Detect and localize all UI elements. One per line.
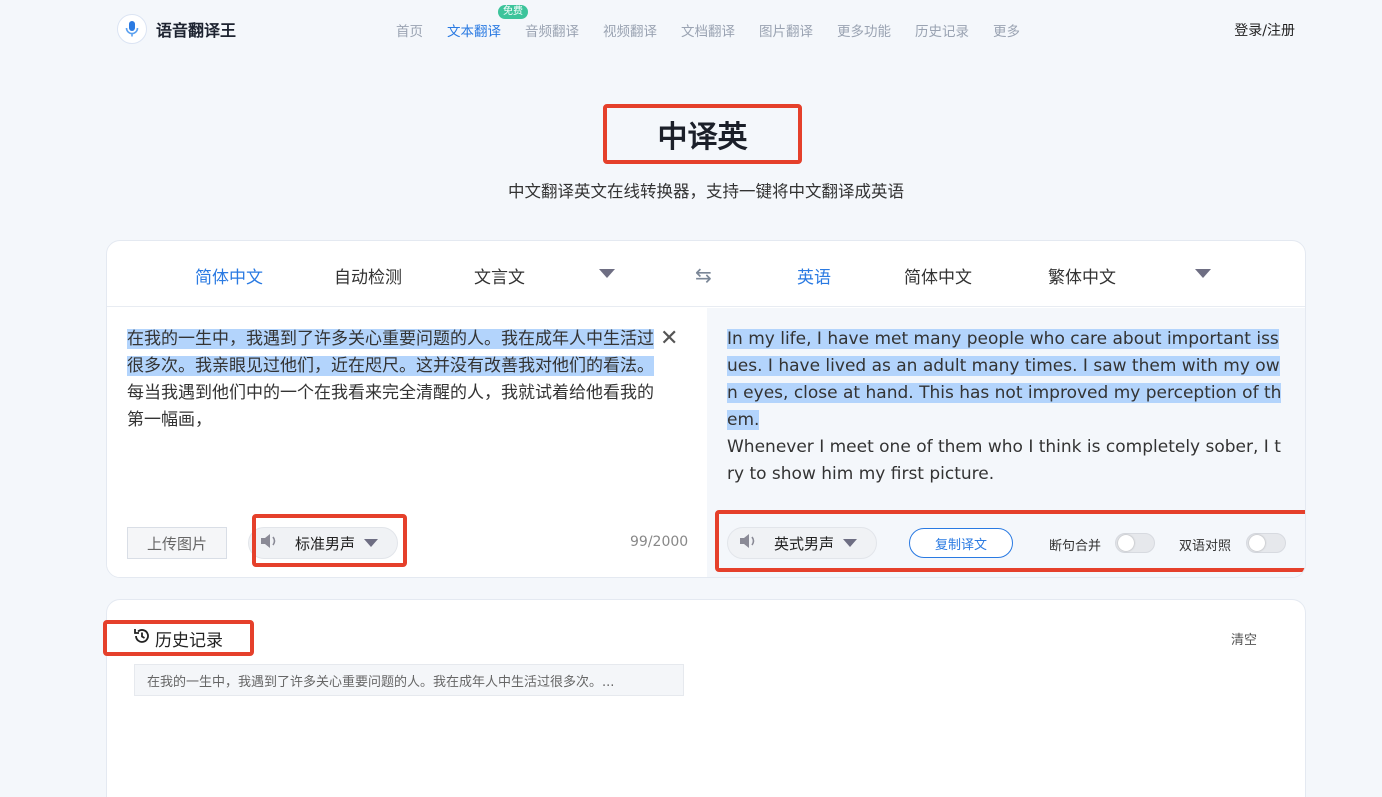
bilingual-compare-label: 双语对照 [1179, 539, 1232, 554]
target-text-output[interactable]: In my life, I have met many people who c… [727, 326, 1287, 488]
bilingual-compare-toggle[interactable] [1246, 533, 1286, 553]
chevron-down-icon [843, 539, 858, 547]
page-subtitle: 中文翻译英文在线转换器，支持一键将中文翻译成英语 [508, 182, 904, 201]
toggle-knob [1249, 535, 1265, 551]
target-voice-select[interactable]: 英式男声 [727, 527, 877, 559]
history-card: 历史记录 清空 在我的一生中，我遇到了许多关心重要问题的人。我在成年人中生活过很… [103, 599, 1306, 797]
nav-more-features[interactable]: 更多功能 [837, 20, 891, 40]
logo[interactable]: 语音翻译王 [117, 14, 236, 44]
nav-audio-translate[interactable]: 音频翻译 [525, 20, 579, 40]
nav-video-translate[interactable]: 视频翻译 [603, 20, 657, 40]
target-lang-dropdown-icon[interactable] [1195, 269, 1211, 278]
nav-more[interactable]: 更多 [993, 20, 1020, 40]
nav-text-translate[interactable]: 文本翻译 免费 [447, 5, 528, 40]
logo-text: 语音翻译王 [156, 21, 237, 40]
source-lang-simplified-chinese[interactable]: 简体中文 [195, 263, 263, 288]
source-lang-classical-chinese[interactable]: 文言文 [474, 263, 525, 288]
nav-image-translate[interactable]: 图片翻译 [759, 20, 813, 40]
clear-text-icon[interactable]: ✕ [660, 328, 678, 350]
page-title: 中译英 [657, 120, 748, 155]
upload-image-button[interactable]: 上传图片 [127, 527, 227, 559]
swap-languages-icon[interactable]: ⇆ [695, 263, 712, 287]
merge-sentences-toggle[interactable] [1115, 533, 1155, 553]
copy-translation-button[interactable]: 复制译文 [909, 528, 1013, 558]
target-lang-traditional-chinese[interactable]: 繁体中文 [1048, 263, 1116, 288]
history-icon [133, 627, 151, 650]
history-title: 历史记录 [155, 630, 223, 651]
microphone-icon [117, 14, 147, 44]
page-title-box: 中译英 [603, 104, 802, 164]
source-text-input[interactable]: 在我的一生中，我遇到了许多关心重要问题的人。我在成年人中生活过很多次。我亲眼见过… [127, 326, 657, 434]
top-nav: 首页 文本翻译 免费 音频翻译 视频翻译 文档翻译 图片翻译 更多功能 历史记录… [396, 5, 1044, 40]
source-text-selected: 在我的一生中，我遇到了许多关心重要问题的人。我在成年人中生活过很多次。我亲眼见过… [127, 329, 654, 376]
nav-home[interactable]: 首页 [396, 20, 423, 40]
target-lang-english[interactable]: 英语 [797, 263, 831, 288]
target-voice-label: 英式男声 [774, 534, 835, 553]
target-lang-simplified-chinese[interactable]: 简体中文 [904, 263, 972, 288]
toggle-knob [1118, 535, 1134, 551]
translate-card: 简体中文 自动检测 文言文 ⇆ 英语 简体中文 繁体中文 在我的一生中，我遇到了… [106, 240, 1306, 578]
char-counter: 99/2000 [630, 534, 689, 550]
nav-history[interactable]: 历史记录 [915, 20, 969, 40]
history-item[interactable]: 在我的一生中，我遇到了许多关心重要问题的人。我在成年人中生活过很多次。... [134, 664, 684, 696]
free-badge: 免费 [498, 5, 528, 19]
history-header: 历史记录 [103, 620, 254, 656]
login-register-link[interactable]: 登录/注册 [1234, 20, 1295, 40]
language-bar: 简体中文 自动检测 文言文 ⇆ 英语 简体中文 繁体中文 [107, 241, 1305, 307]
target-text-rest: Whenever I meet one of them who I think … [727, 437, 1281, 484]
source-lang-dropdown-icon[interactable] [599, 269, 615, 278]
annotation-box-source-voice [252, 514, 407, 567]
nav-text-translate-label: 文本翻译 [447, 24, 501, 40]
source-pane: 在我的一生中，我遇到了许多关心重要问题的人。我在成年人中生活过很多次。我亲眼见过… [107, 308, 707, 577]
speaker-icon[interactable] [738, 532, 762, 555]
source-lang-auto-detect[interactable]: 自动检测 [334, 263, 402, 288]
clear-history-button[interactable]: 清空 [1231, 629, 1257, 648]
source-text-rest: 每当我遇到他们中的一个在我看来完全清醒的人，我就试着给他看我的第一幅画， [127, 383, 654, 430]
target-pane: In my life, I have met many people who c… [707, 308, 1305, 577]
target-text-selected: In my life, I have met many people who c… [727, 329, 1282, 430]
merge-sentences-label: 断句合并 [1049, 539, 1102, 554]
nav-document-translate[interactable]: 文档翻译 [681, 20, 735, 40]
